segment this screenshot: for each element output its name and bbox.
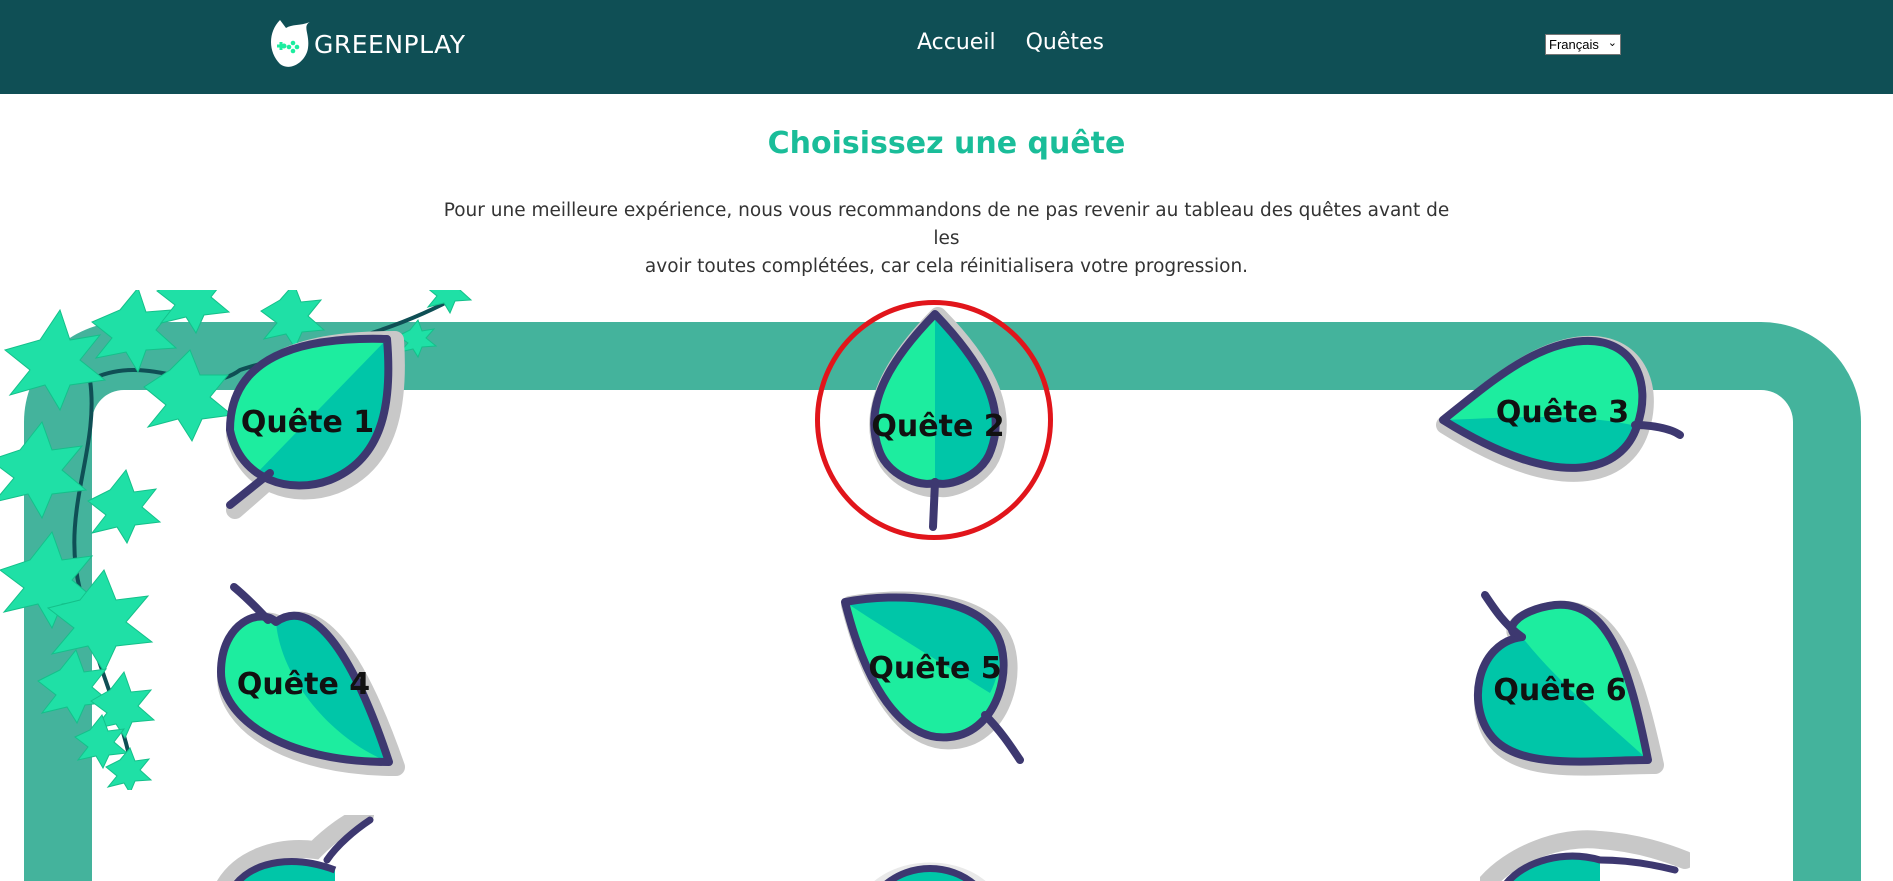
leaf-icon-partial-7[interactable] xyxy=(215,815,385,881)
page-title: Choisissez une quête xyxy=(767,126,1126,161)
intro-text: Pour une meilleure expérience, nous vous… xyxy=(436,197,1457,281)
quest-card-1[interactable]: Quête 1 xyxy=(215,325,405,525)
quest-label-4: Quête 4 xyxy=(236,667,371,702)
quest-card-2[interactable]: Quête 2 xyxy=(853,307,1023,542)
language-select[interactable]: Français ⌄ xyxy=(1545,34,1621,55)
leaf-icon-partial-9[interactable] xyxy=(1480,830,1690,881)
quest-label-2: Quête 2 xyxy=(871,409,1005,444)
quest-card-5[interactable]: Quête 5 xyxy=(835,585,1035,775)
chevron-down-icon: ⌄ xyxy=(1607,37,1617,49)
leaf-gamepad-logo-icon xyxy=(271,20,310,67)
main-nav: Accueil Quêtes xyxy=(917,30,1104,55)
quest-card-3[interactable]: Quête 3 xyxy=(1435,330,1690,505)
intro-text-line2: avoir toutes complétées, car cela réinit… xyxy=(644,256,1249,277)
nav-link-quetes[interactable]: Quêtes xyxy=(1026,30,1104,55)
quest-label-5: Quête 5 xyxy=(868,651,1002,686)
language-select-value: Français xyxy=(1549,37,1599,52)
logo[interactable]: GREENPLAY xyxy=(266,18,466,70)
quest-label-6: Quête 6 xyxy=(1493,673,1627,708)
intro-text-line1: Pour une meilleure expérience, nous vous… xyxy=(443,200,1450,249)
top-navbar: GREENPLAY Accueil Quêtes Français ⌄ xyxy=(0,0,1893,94)
logo-text: GREENPLAY xyxy=(314,29,466,59)
quest-label-3: Quête 3 xyxy=(1495,395,1630,430)
quest-card-4[interactable]: Quête 4 xyxy=(206,582,405,782)
quest-card-6[interactable]: Quête 6 xyxy=(1460,585,1664,780)
leaf-icon-partial-8[interactable] xyxy=(860,845,1000,881)
nav-link-accueil[interactable]: Accueil xyxy=(917,30,996,55)
quest-label-1: Quête 1 xyxy=(240,405,375,440)
